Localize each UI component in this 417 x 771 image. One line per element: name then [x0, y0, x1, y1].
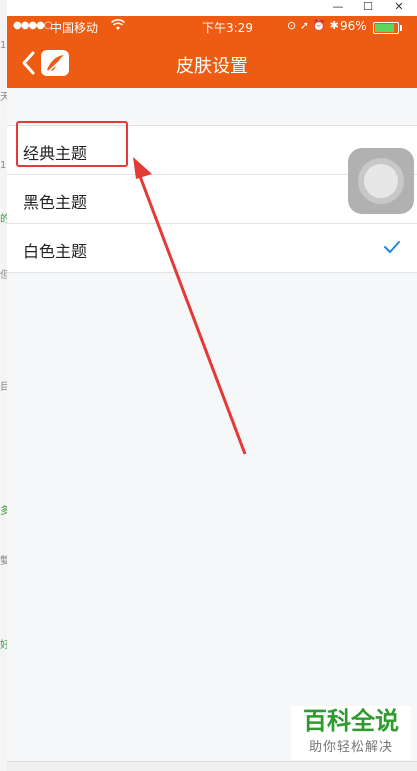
theme-option-label: 黑色主题: [23, 193, 88, 212]
checkmark-icon: [384, 241, 400, 253]
maximize-button[interactable]: ☐: [357, 0, 379, 16]
status-bar: ●●●●○ 中国移动 下午3:29 ⊙ ➚ ⏰ ✱ 96%: [7, 16, 417, 38]
clock: 下午3:29: [202, 21, 253, 35]
theme-option-white[interactable]: 白色主题: [7, 224, 417, 273]
wifi-icon: [110, 19, 126, 34]
watermark-subtitle: 助你轻松解决: [308, 740, 393, 755]
watermark-logo: 百科全说 助你轻松解决: [291, 706, 411, 760]
close-window-button[interactable]: ✕: [388, 0, 410, 16]
page-title: 皮肤设置: [176, 56, 248, 77]
battery-tip: [400, 25, 402, 31]
carrier-name: 中国移动: [50, 21, 99, 35]
phone-screen: ●●●●○ 中国移动 下午3:29 ⊙ ➚ ⏰ ✱ 96% 皮肤设置 经典主题 …: [7, 16, 417, 771]
status-icons: ⊙ ➚ ⏰ ✱: [287, 19, 339, 32]
theme-option-label: 白色主题: [23, 242, 88, 261]
background-text: 1: [0, 40, 7, 51]
signal-strength-icon: ●●●●○: [13, 20, 53, 31]
window-title-bar: — ☐ ✕: [7, 0, 417, 16]
assistive-touch-core: [364, 164, 398, 198]
navigation-bar: 皮肤设置: [7, 38, 417, 88]
battery-fill: [375, 24, 394, 32]
background-text: 1: [0, 160, 7, 171]
watermark-title: 百科全说: [303, 707, 399, 735]
battery-percentage: 96%: [340, 19, 367, 33]
battery-icon: [373, 22, 402, 34]
annotation-highlight-box: [16, 121, 128, 167]
assistive-touch-button[interactable]: [348, 148, 414, 214]
minimize-button[interactable]: —: [327, 0, 349, 16]
